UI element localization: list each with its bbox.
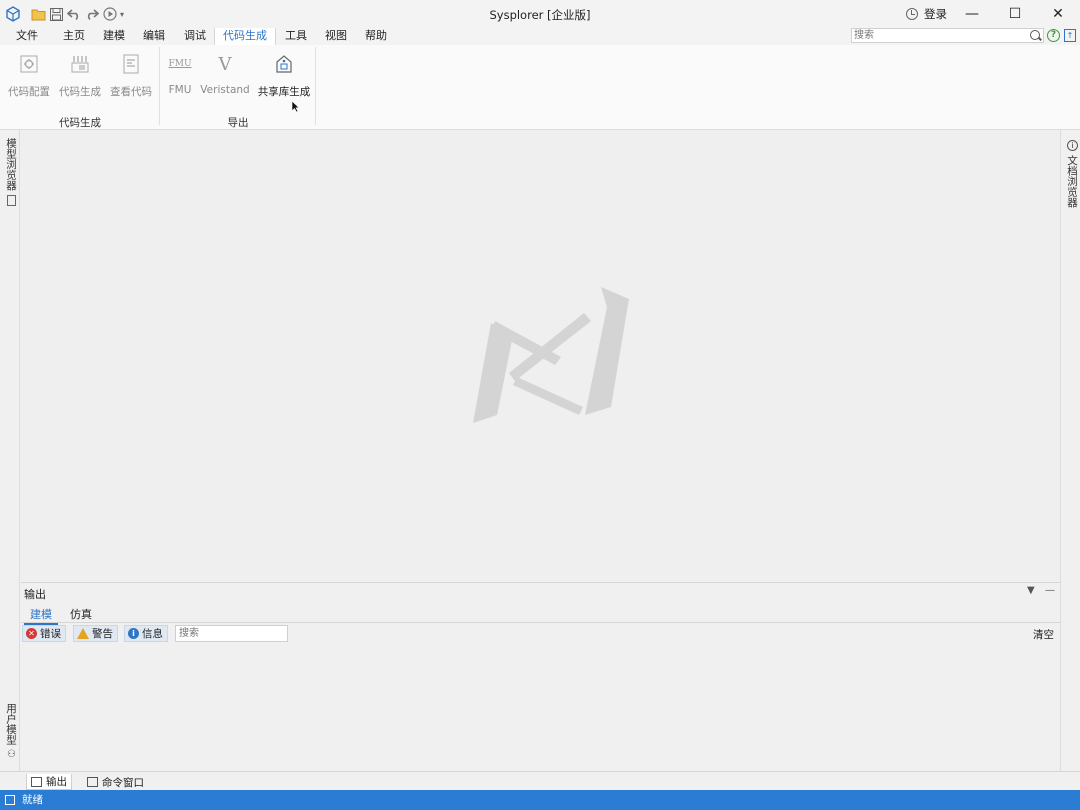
sysplorer-watermark-logo	[473, 287, 629, 423]
left-dock-strip: 模型浏览器 用户模型 ⚇	[0, 130, 20, 771]
code-generate-button[interactable]: 代码生成	[57, 51, 103, 101]
menu-debug[interactable]: 调试	[176, 28, 214, 45]
veristand-icon: V	[218, 53, 232, 75]
user-model-tab[interactable]: 用户模型 ⚇	[4, 703, 19, 760]
login-button[interactable]: 登录	[906, 6, 947, 22]
main-workspace[interactable]	[21, 130, 1060, 581]
filter-info-label: 信息	[142, 628, 163, 640]
model-browser-label: 模型浏览器	[5, 138, 17, 191]
customize-quick-access-icon[interactable]: ▾	[116, 5, 128, 23]
filter-warnings-button[interactable]: 警告	[73, 625, 118, 642]
bottom-tab-command-label: 命令窗口	[102, 776, 144, 789]
open-folder-icon[interactable]	[29, 5, 47, 23]
clear-output-button[interactable]: 清空	[1033, 627, 1054, 642]
output-message-area[interactable]	[21, 645, 1060, 772]
view-code-label: 查看代码	[110, 86, 152, 98]
shared-library-button[interactable]: 共享库生成	[255, 51, 313, 101]
output-search-input[interactable]: 搜索	[175, 625, 288, 642]
redo-icon[interactable]	[83, 5, 101, 23]
info-icon: i	[128, 628, 139, 639]
ribbon-group-divider	[159, 47, 160, 125]
output-panel: 输出 ▼ — 建模 仿真 ✕ 错误 警告 i 信息 搜索 清空	[21, 582, 1060, 772]
login-label: 登录	[924, 7, 947, 21]
shared-library-icon	[273, 53, 295, 75]
help-icon[interactable]: ?	[1047, 29, 1060, 42]
filter-errors-label: 错误	[40, 628, 61, 640]
status-icon	[5, 795, 15, 805]
fmu-button[interactable]: FMU FMU	[164, 51, 196, 101]
fmu-label: FMU	[168, 84, 192, 96]
bottom-tab-command-window[interactable]: 命令窗口	[83, 774, 148, 790]
document-browser-label: 文档浏览器	[1066, 155, 1078, 208]
filter-errors-button[interactable]: ✕ 错误	[22, 625, 66, 642]
code-generate-label: 代码生成	[59, 86, 101, 98]
global-search-placeholder: 搜索	[854, 30, 874, 41]
global-search-input[interactable]: 搜索	[851, 28, 1044, 43]
undo-icon[interactable]	[65, 5, 83, 23]
code-config-label: 代码配置	[8, 86, 50, 98]
filter-warnings-label: 警告	[92, 628, 113, 640]
veristand-label: Veristand	[200, 84, 250, 96]
menu-tools[interactable]: 工具	[277, 28, 315, 45]
output-tab-icon	[31, 776, 42, 787]
status-text: 就绪	[22, 794, 43, 806]
model-browser-icon	[7, 194, 16, 206]
right-dock-strip: i 文档浏览器	[1060, 130, 1080, 771]
ribbon-pin-icon[interactable]: ↑	[1064, 29, 1076, 42]
output-panel-title: 输出	[24, 588, 46, 601]
menu-home[interactable]: 主页	[55, 28, 93, 45]
error-icon: ✕	[26, 628, 37, 639]
group-label-code-generation: 代码生成	[59, 117, 101, 129]
output-tab-divider	[21, 622, 1060, 623]
menu-file[interactable]: 文件	[8, 28, 46, 45]
ribbon-group-divider	[315, 47, 316, 125]
shared-library-label: 共享库生成	[257, 86, 311, 98]
user-model-icon: ⚇	[6, 749, 17, 760]
fmu-icon: FMU	[168, 59, 192, 69]
code-config-button[interactable]: 代码配置	[6, 51, 52, 101]
bottom-dock-tabs: 输出 命令窗口	[0, 771, 1080, 790]
mouse-cursor-icon	[291, 100, 300, 113]
menu-help[interactable]: 帮助	[357, 28, 395, 45]
menu-view[interactable]: 视图	[317, 28, 355, 45]
panel-minimize-icon[interactable]: —	[1045, 585, 1055, 596]
app-logo-icon[interactable]	[5, 6, 21, 22]
document-browser-icon: i	[1067, 140, 1078, 151]
model-browser-tab[interactable]: 模型浏览器	[4, 138, 19, 206]
view-code-button[interactable]: 查看代码	[108, 51, 154, 101]
title-bar: ▾ Sysplorer [企业版] 登录 — ☐ ✕	[0, 0, 1080, 28]
user-model-label: 用户模型	[5, 703, 17, 745]
command-window-icon	[87, 777, 98, 787]
filter-info-button[interactable]: i 信息	[124, 625, 168, 642]
document-browser-tab[interactable]: i 文档浏览器	[1065, 140, 1080, 208]
panel-options-dropdown-icon[interactable]: ▼	[1027, 585, 1035, 596]
save-icon[interactable]	[47, 5, 65, 23]
code-generate-icon	[69, 53, 91, 75]
view-code-icon	[120, 53, 142, 75]
close-button[interactable]: ✕	[1037, 0, 1079, 28]
veristand-button[interactable]: V Veristand	[200, 51, 250, 101]
ribbon-panel: 代码配置 代码生成 查看代码 代码生成 FMU FMU V Veristand …	[0, 45, 1080, 130]
status-bar: 就绪	[0, 790, 1080, 810]
menu-modeling[interactable]: 建模	[95, 28, 133, 45]
warning-icon	[77, 628, 89, 639]
code-config-icon	[18, 53, 40, 75]
group-label-export: 导出	[227, 117, 249, 129]
minimize-button[interactable]: —	[951, 0, 993, 28]
clock-icon	[906, 8, 918, 20]
maximize-button[interactable]: ☐	[994, 0, 1036, 28]
menu-edit[interactable]: 编辑	[135, 28, 173, 45]
bottom-tab-output-label: 输出	[46, 776, 67, 788]
output-tab-simulation[interactable]: 仿真	[64, 605, 98, 623]
search-icon[interactable]	[1030, 30, 1040, 40]
bottom-tab-output[interactable]: 输出	[26, 774, 72, 790]
menu-code-generation[interactable]: 代码生成	[214, 28, 276, 45]
